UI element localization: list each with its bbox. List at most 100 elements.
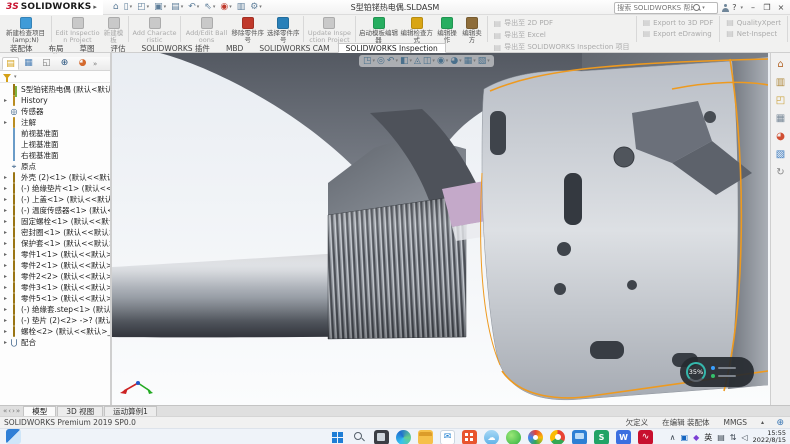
tray-hidden-icons-icon[interactable]: ∧ xyxy=(670,433,676,442)
help-search-box[interactable]: ▾ xyxy=(614,2,718,14)
qat-print-button[interactable]: ▤▾ xyxy=(169,1,185,14)
ribbon-tab-评估[interactable]: 评估 xyxy=(103,43,134,53)
restore-button[interactable]: ❐ xyxy=(760,1,774,14)
tree-item[interactable]: ▸零件3<1> (默认<<默认>_显示状态 xyxy=(0,282,110,293)
tab-scroll-3-button[interactable]: » xyxy=(16,407,20,415)
section-view-button[interactable]: ◧▾ xyxy=(400,56,412,66)
ribbon-tab-草图[interactable]: 草图 xyxy=(72,43,103,53)
featuremanager-tree-tab[interactable]: ▤ xyxy=(2,57,19,70)
tree-item[interactable]: ▸外壳 (2)<1> (默认<<默认>_显示状 xyxy=(0,172,110,183)
tree-item[interactable]: 上视基准面 xyxy=(0,139,110,150)
expander-icon[interactable]: ▸ xyxy=(2,240,9,247)
ribbon-tab-MBD[interactable]: MBD xyxy=(218,43,251,53)
taskbar-mail-button[interactable]: ✉ xyxy=(440,430,455,444)
dimxpertmanager-tab[interactable]: ⊕ xyxy=(56,57,73,70)
taskpane-file-explorer-button[interactable]: ◰ xyxy=(776,95,785,107)
qat-file-properties-button[interactable]: ▥ xyxy=(235,1,248,14)
qat-options-button[interactable]: ⚙▾ xyxy=(248,1,264,14)
tree-item[interactable]: ▸(-) 绝缘套.step<1> (默认<<默认> xyxy=(0,304,110,315)
filter-caret-icon[interactable]: ▾ xyxy=(14,74,17,80)
expander-icon[interactable]: ▸ xyxy=(2,262,9,269)
tray-cloud-icon[interactable]: ▣ xyxy=(681,433,689,442)
taskbar-weather-button[interactable]: ☁ xyxy=(484,430,499,444)
ribbon-tab-布局[interactable]: 布局 xyxy=(41,43,72,53)
tree-item[interactable]: ▸(-) 绝缘垫片<1> (默认<<默认>_显 xyxy=(0,183,110,194)
edit-appearance-button[interactable]: ◕▾ xyxy=(450,56,461,66)
qat-save-button[interactable]: ▣▾ xyxy=(152,1,168,14)
taskpane-custom-properties-button[interactable]: ▧ xyxy=(776,149,785,161)
ribbon-tab-装配体[interactable]: 装配体 xyxy=(2,43,41,53)
taskbar-clock[interactable]: 15:55 2022/8/15 xyxy=(753,430,786,444)
qat-open-button[interactable]: ◰▾ xyxy=(135,1,151,14)
status-caret-icon[interactable]: ▴ xyxy=(761,419,764,426)
expander-icon[interactable]: ▸ xyxy=(2,119,9,126)
document-tab-模型[interactable]: 模型 xyxy=(23,406,56,416)
search-icon[interactable] xyxy=(693,4,701,12)
tree-item[interactable]: ▸固定螺栓<1> (默认<<默认>_显示 xyxy=(0,216,110,227)
tab-scroll-0-button[interactable]: « xyxy=(3,407,7,415)
tree-item[interactable]: ▸注解 xyxy=(0,117,110,128)
tray-touch-keyboard-icon[interactable]: ▤ xyxy=(717,433,725,442)
tray-assistant-icon[interactable]: ◆ xyxy=(693,433,699,442)
zoom-fit-button[interactable]: ◳▾ xyxy=(363,56,375,66)
expander-icon[interactable]: ▸ xyxy=(2,273,9,280)
tree-item[interactable]: ◎传感器 xyxy=(0,106,110,117)
expander-icon[interactable]: ▸ xyxy=(2,306,9,313)
model-canvas[interactable] xyxy=(112,53,768,405)
expander-icon[interactable]: ▸ xyxy=(2,229,9,236)
new-inspection-project-button[interactable]: 新建检查项目 (amp;N) xyxy=(2,16,49,44)
apply-scene-button[interactable]: ▦▾ xyxy=(464,56,476,66)
tree-item[interactable]: ▸(-) 温度传感器<1> (默认<<默认>_ xyxy=(0,205,110,216)
taskpane-forum-button[interactable]: ↻ xyxy=(776,167,784,179)
taskbar-color-app-button[interactable] xyxy=(528,430,543,444)
tree-item[interactable]: 右视基准面 xyxy=(0,150,110,161)
document-tab-3D 视图[interactable]: 3D 视图 xyxy=(57,406,103,416)
close-button[interactable]: × xyxy=(774,1,788,14)
login-icon[interactable] xyxy=(721,3,729,13)
expander-icon[interactable]: ▸ xyxy=(2,207,9,214)
tree-item[interactable]: ▸零件2<2> (默认<<默认>_显示状态 xyxy=(0,271,110,282)
ribbon-tab-SOLIDWORKS 插件[interactable]: SOLIDWORKS 插件 xyxy=(134,43,218,53)
edit-inspection-methods-button[interactable]: 编辑检查方式 xyxy=(399,16,434,44)
tree-item[interactable]: ▸History xyxy=(0,95,110,106)
search-input[interactable] xyxy=(617,4,693,12)
tree-item[interactable]: ▸密封圈<1> (默认<<默认>_显示状 xyxy=(0,227,110,238)
tray-network-icon[interactable]: ⇅ xyxy=(730,433,737,442)
taskbar-wps-button[interactable]: W xyxy=(616,430,631,444)
minimize-button[interactable]: – xyxy=(746,1,760,14)
taskbar-solidworks-button[interactable]: ∿ xyxy=(638,430,653,444)
tabs-overflow-icon[interactable]: » xyxy=(93,60,97,68)
help-caret-icon[interactable]: ▾ xyxy=(740,5,743,11)
graphics-area[interactable]: ◳▾◎↶▾◧▾◬◫▾◉▾◕▾▦▾▧▾ 35% xyxy=(112,53,770,405)
edit-operations-button[interactable]: 编辑操作 xyxy=(435,16,460,44)
taskpane-home-button[interactable]: ⌂ xyxy=(777,59,783,71)
taskbar-office-button[interactable] xyxy=(462,430,477,444)
tray-volume-icon[interactable]: ◁ xyxy=(742,433,748,442)
tree-item[interactable]: S型铂铑热电偶 (默认<默认_显示状态-1 xyxy=(0,84,110,95)
taskpane-appearances-button[interactable]: ◕ xyxy=(776,131,785,143)
tree-item[interactable]: ▸零件5<1> (默认<<默认>_显示状态 xyxy=(0,293,110,304)
tree-item[interactable]: ⌖原点 xyxy=(0,161,110,172)
edit-vendors-button[interactable]: 编辑卖方 xyxy=(460,16,485,44)
tree-item[interactable]: ▸(-) 垫片 (2)<2> ->? (默认<<默认 xyxy=(0,315,110,326)
propertymanager-tab[interactable]: ▦ xyxy=(20,57,37,70)
expander-icon[interactable]: ▸ xyxy=(2,196,9,203)
app-menu[interactable]: 3S SOLIDWORKS ▸ xyxy=(0,0,103,15)
zoom-area-button[interactable]: ◎ xyxy=(377,56,385,66)
taskbar-chrome-button[interactable] xyxy=(550,430,565,444)
tab-scroll-2-button[interactable]: › xyxy=(12,407,15,415)
launch-template-editor-button[interactable]: 启动模板编辑器 xyxy=(358,16,399,44)
qat-home-button[interactable]: ⌂ xyxy=(111,1,121,14)
expander-icon[interactable]: ▸ xyxy=(2,295,9,302)
taskbar-file-explorer-button[interactable] xyxy=(418,430,433,444)
tray-ime-icon[interactable]: 英 xyxy=(704,432,712,443)
taskpane-view-palette-button[interactable]: ▦ xyxy=(776,113,785,125)
tree-item[interactable]: ▸零件2<1> (默认<<默认>_显示状态 xyxy=(0,260,110,271)
taskbar-search-button[interactable] xyxy=(352,430,367,444)
expander-icon[interactable]: ▸ xyxy=(2,251,9,258)
tree-item[interactable]: ▸(-) 上盖<1> (默认<<默认>_显示状 xyxy=(0,194,110,205)
qat-new-button[interactable]: ▯▾ xyxy=(122,1,134,14)
help-button[interactable]: ? xyxy=(732,3,736,12)
previous-view-button[interactable]: ↶▾ xyxy=(387,56,398,66)
hide-show-items-button[interactable]: ◉▾ xyxy=(437,56,448,66)
